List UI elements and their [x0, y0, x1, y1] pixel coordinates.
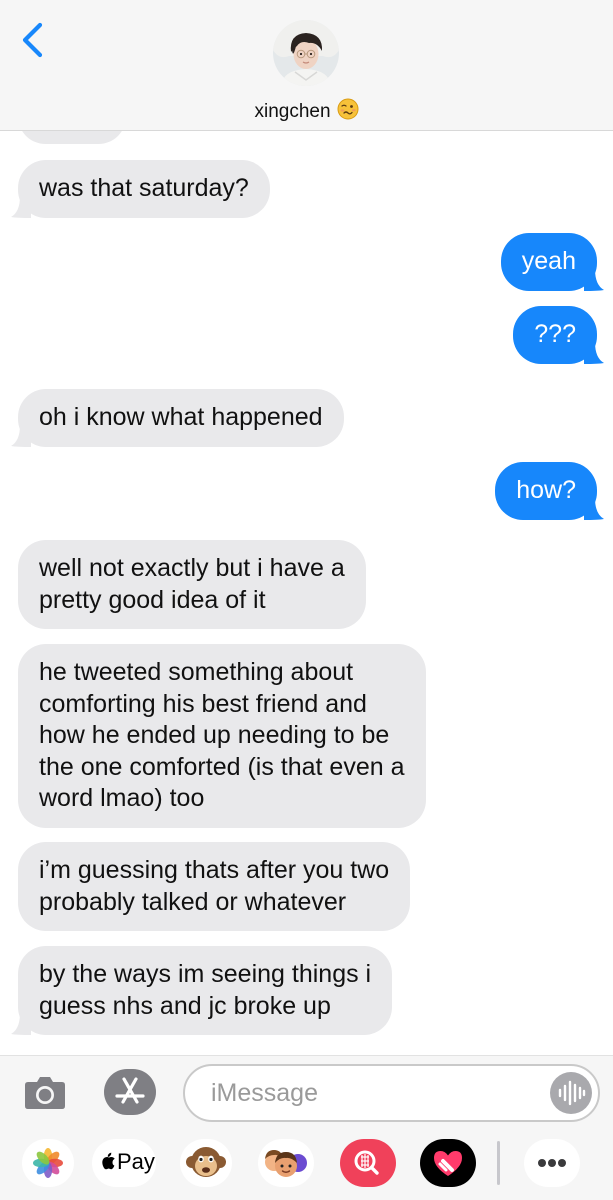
message-line: the one comforted (is that even a	[39, 752, 405, 781]
camera-button[interactable]	[24, 1072, 66, 1112]
message-line: word lmao) too	[39, 784, 205, 812]
bubble-tail	[11, 1013, 31, 1035]
message-bubble-sent[interactable]: ???	[513, 306, 604, 364]
audio-waveform-icon	[558, 1080, 586, 1106]
message-bubble-received[interactable]: well not exactly but i have a pretty goo…	[18, 540, 366, 629]
apple-pay-button[interactable]: Pay	[92, 1139, 156, 1187]
heart-sticker-icon	[434, 1151, 462, 1176]
woozy-face-icon	[337, 98, 359, 126]
drawer-divider	[497, 1141, 500, 1185]
contact-name-row[interactable]: xingchen	[0, 98, 613, 126]
photos-app-button[interactable]	[22, 1139, 74, 1187]
chevron-left-icon	[22, 22, 43, 58]
message-text: oh i know what happened	[39, 403, 323, 431]
message-bubble-received[interactable]: oh i know what happened	[11, 389, 344, 447]
image-search-button[interactable]	[340, 1139, 396, 1187]
bubble-tail	[584, 497, 604, 520]
audio-message-button[interactable]	[550, 1072, 592, 1114]
conversation-header: xingchen	[0, 0, 613, 131]
back-button[interactable]	[18, 22, 48, 58]
message-text: how?	[516, 476, 576, 504]
bubble-tail	[584, 341, 604, 364]
message-line: pretty good idea of it	[39, 585, 266, 614]
app-store-icon	[104, 1069, 156, 1115]
apple-pay-icon	[102, 1152, 115, 1170]
message-line: well not exactly but i have a	[39, 554, 345, 582]
more-icon	[538, 1159, 566, 1167]
message-bubble-received[interactable]: by the ways im seeing things i guess nhs…	[11, 946, 393, 1035]
monkey-animoji-button[interactable]	[180, 1139, 232, 1187]
apple-pay-label: Pay	[117, 1149, 155, 1174]
message-thread[interactable]: was that saturday? yeah ??? oh i know wh…	[0, 131, 613, 1055]
message-line: he tweeted something about	[39, 658, 354, 686]
message-line: by the ways im seeing things i	[39, 960, 372, 988]
image-search-icon	[354, 1150, 379, 1175]
camera-icon	[25, 1077, 65, 1109]
message-bubble-received[interactable]: was that saturday?	[11, 160, 270, 218]
imessage-input[interactable]: iMessage	[183, 1064, 600, 1122]
message-bubble-received[interactable]: he tweeted something about comforting hi…	[18, 644, 426, 828]
clipped-message-bubble	[18, 131, 126, 144]
memoji-button[interactable]	[258, 1139, 314, 1187]
bubble-tail	[11, 424, 31, 447]
message-line: comforting his best friend and	[39, 689, 367, 718]
memoji-icon	[265, 1150, 307, 1177]
message-text: yeah	[521, 247, 576, 275]
app-store-button[interactable]	[104, 1069, 156, 1115]
message-line: probably talked or whatever	[39, 887, 347, 916]
app-drawer: Pay	[0, 1133, 613, 1193]
message-text: ???	[534, 320, 576, 348]
message-line: how he ended up needing to be	[39, 721, 390, 749]
more-apps-button[interactable]	[524, 1139, 580, 1187]
message-bubble-received[interactable]: i’m guessing thats after you two probabl…	[18, 842, 411, 931]
input-placeholder: iMessage	[211, 1079, 318, 1107]
contact-avatar[interactable]	[273, 20, 339, 86]
message-bubble-sent[interactable]: how?	[495, 462, 604, 520]
message-bubble-sent[interactable]: yeah	[500, 233, 604, 291]
bubble-tail	[11, 195, 31, 218]
message-line: guess nhs and jc broke up	[39, 991, 331, 1020]
message-line: i’m guessing thats after you two	[39, 856, 390, 884]
photos-icon	[33, 1148, 63, 1178]
heart-sticker-button[interactable]	[420, 1139, 476, 1187]
bubble-tail	[584, 268, 604, 291]
message-text: was that saturday?	[39, 174, 249, 202]
contact-name: xingchen	[254, 101, 331, 122]
monkey-animoji-icon	[186, 1147, 226, 1177]
